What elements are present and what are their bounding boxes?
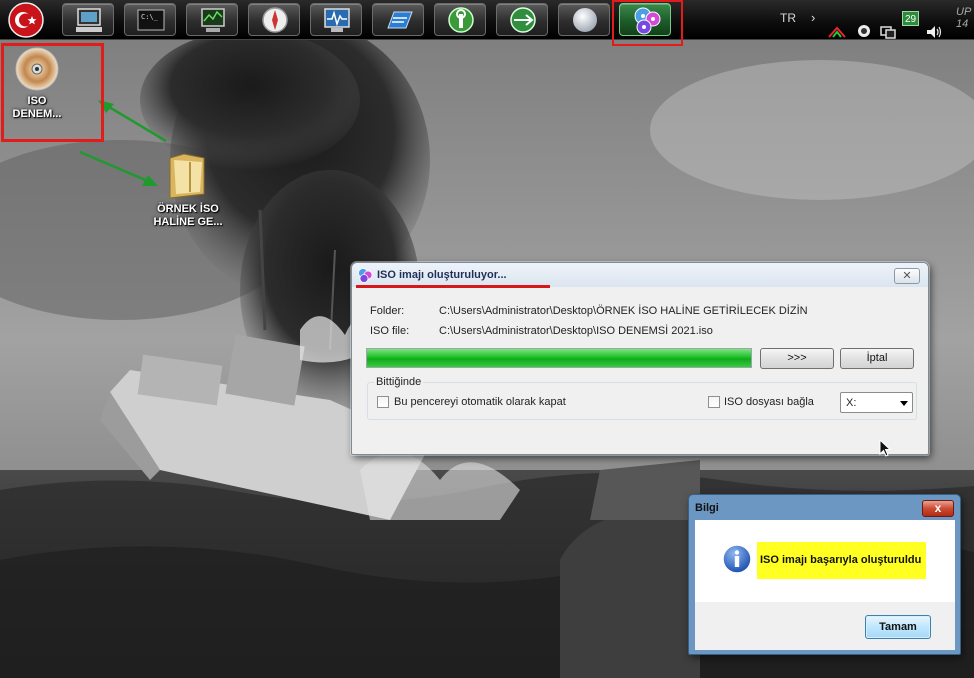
folder-label-2: HALİNE GE...	[153, 216, 223, 228]
info-message-box: Bilgi x ISO imajı başarıyla oluşturuldu …	[688, 494, 961, 655]
window-titlebar[interactable]: ISO imajı oluşturuluyor... ✕	[352, 263, 928, 288]
drive-select[interactable]: X:	[840, 392, 913, 413]
info-icon	[722, 544, 752, 574]
launch-icon	[387, 11, 413, 29]
tray-app-icon[interactable]	[857, 11, 871, 51]
window-title: ISO imajı oluşturuluyor...	[377, 269, 507, 281]
network-globe-icon	[510, 7, 536, 33]
details-button[interactable]: >>>	[760, 348, 834, 369]
dock-compass[interactable]	[248, 3, 300, 36]
folder-label: Folder:	[370, 305, 405, 317]
compass-icon	[262, 7, 288, 33]
clock-line-1: UP	[956, 6, 972, 18]
window-close-button[interactable]: ✕	[894, 268, 920, 284]
folder-path: C:\Users\Administrator\Desktop\ÖRNEK İSO…	[439, 305, 808, 317]
chevron-down-icon	[900, 401, 908, 406]
dock-launch[interactable]	[372, 3, 424, 36]
iso-creation-window: ISO imajı oluşturuluyor... ✕ Folder: C:\…	[351, 262, 929, 455]
language-indicator[interactable]: TR	[780, 11, 796, 51]
computer-icon	[76, 8, 102, 32]
dock-performance[interactable]	[310, 3, 362, 36]
folder-icon	[169, 153, 205, 199]
message-box-close-button[interactable]: x	[922, 500, 954, 517]
volume-icon[interactable]	[926, 12, 942, 52]
auto-close-checkbox[interactable]	[377, 396, 389, 408]
drive-select-value: X:	[846, 397, 857, 409]
message-box-title: Bilgi	[695, 502, 719, 514]
desktop-icon-iso-file[interactable]: ISO DENEM...	[6, 46, 68, 121]
ok-button[interactable]: Tamam	[865, 615, 931, 639]
message-text: ISO imajı başarıyla oluşturuldu	[757, 542, 926, 579]
mount-iso-label[interactable]: ISO dosyası bağla	[724, 396, 814, 408]
iso-icon-label-2: DENEM...	[12, 108, 62, 120]
progress-bar	[366, 348, 752, 368]
dock-tools[interactable]	[434, 3, 486, 36]
dock-computer[interactable]	[62, 3, 114, 36]
dock-network[interactable]	[496, 3, 548, 36]
calendar-badge[interactable]: 29	[902, 11, 919, 26]
message-box-body: ISO imajı başarıyla oluşturuldu	[695, 520, 955, 602]
tools-icon	[448, 7, 474, 33]
network-status-icon[interactable]	[880, 12, 896, 52]
message-box-footer: Tamam	[695, 602, 955, 650]
cancel-button[interactable]: İptal	[840, 348, 914, 369]
auto-close-label[interactable]: Bu pencereyi otomatik olarak kapat	[394, 396, 566, 408]
start-flag-icon[interactable]	[8, 2, 44, 38]
title-red-underline	[356, 285, 550, 288]
iso-file-label: ISO file:	[370, 325, 410, 337]
dock-system-monitor[interactable]	[186, 3, 238, 36]
app-discs-icon	[358, 268, 373, 283]
progress-fill	[367, 349, 751, 367]
dock-ball[interactable]	[558, 3, 610, 36]
top-dock: C:\_ TR › 29 UP 14	[0, 0, 974, 46]
group-label: Bittiğinde	[374, 376, 424, 388]
tray-arrow-icon[interactable]	[828, 12, 846, 52]
pulse-monitor-icon	[324, 8, 350, 32]
iso-icon-label-1: ISO	[27, 95, 47, 107]
iso-file-path: C:\Users\Administrator\Desktop\ISO DENEM…	[439, 325, 713, 337]
tray-clock[interactable]: UP 14	[956, 6, 971, 46]
dock-red-highlight	[612, 0, 683, 46]
dock-terminal[interactable]: C:\_	[124, 3, 176, 36]
monitor-graph-icon	[201, 8, 225, 32]
terminal-icon: C:\_	[137, 9, 165, 31]
desktop-icon-folder[interactable]: ÖRNEK İSO HALİNE GE...	[144, 150, 232, 229]
folder-label-1: ÖRNEK İSO	[157, 203, 219, 215]
mouse-cursor-icon	[879, 439, 891, 457]
tray-expand-icon[interactable]: ›	[811, 10, 815, 50]
mount-iso-checkbox[interactable]	[708, 396, 720, 408]
svg-text:C:\_: C:\_	[141, 13, 159, 21]
disc-image-icon	[15, 47, 59, 91]
clock-line-2: 14	[956, 18, 969, 30]
sphere-icon	[573, 8, 597, 32]
